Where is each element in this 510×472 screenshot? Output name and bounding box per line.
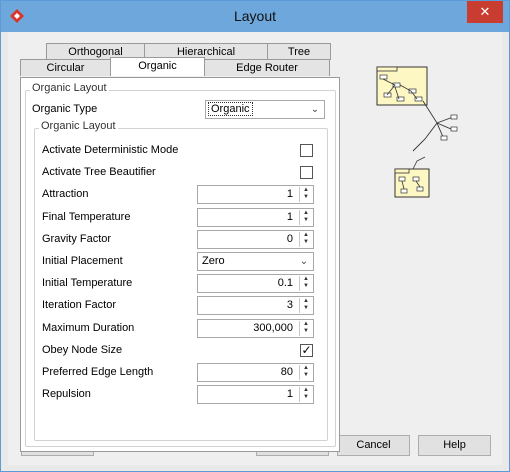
maximum-duration-spinner[interactable]: 300,000 ▲ ▼ <box>197 319 314 338</box>
final-temperature-spinner[interactable]: 1 ▲ ▼ <box>197 208 314 227</box>
attraction-value: 1 <box>286 188 293 200</box>
initial-temperature-label: Initial Temperature <box>42 277 133 289</box>
window-title: Layout <box>233 8 277 24</box>
maximum-duration-value: 300,000 <box>253 322 293 334</box>
gravity-factor-spinner[interactable]: 0 ▲ ▼ <box>197 230 314 249</box>
preferred-edge-length-spinner[interactable]: 80 ▲ ▼ <box>197 363 314 382</box>
gravity-factor-label: Gravity Factor <box>42 233 112 245</box>
initial-temperature-spinner[interactable]: 0.1 ▲ ▼ <box>197 274 314 293</box>
spinner-buttons: ▲ ▼ <box>299 298 312 313</box>
decrement-arrow-icon[interactable]: ▼ <box>300 394 312 401</box>
decrement-arrow-icon[interactable]: ▼ <box>300 328 312 335</box>
organic-type-select[interactable]: Organic ⌄ <box>205 100 325 119</box>
dialog-body: Orthogonal Hierarchical Tree Circular Or… <box>8 32 502 465</box>
initial-placement-value: Zero <box>202 255 225 267</box>
tab-circular[interactable]: Circular <box>20 59 111 76</box>
preferred-edge-length-value: 80 <box>280 366 293 378</box>
increment-arrow-icon[interactable]: ▲ <box>300 210 312 217</box>
increment-arrow-icon[interactable]: ▲ <box>300 321 312 328</box>
increment-arrow-icon[interactable]: ▲ <box>300 298 312 305</box>
organic-type-label: Organic Type <box>32 103 98 115</box>
initial-placement-label: Initial Placement <box>42 255 123 267</box>
initial-temperature-value: 0.1 <box>277 277 293 289</box>
title-bar[interactable]: Layout ✕ <box>1 1 509 32</box>
increment-arrow-icon[interactable]: ▲ <box>300 187 312 194</box>
checkmark-icon: ✓ <box>301 343 312 357</box>
tab-organic[interactable]: Organic <box>110 57 205 76</box>
initial-placement-select[interactable]: Zero ⌄ <box>197 252 314 271</box>
decrement-arrow-icon[interactable]: ▼ <box>300 239 312 246</box>
increment-arrow-icon[interactable]: ▲ <box>300 365 312 372</box>
increment-arrow-icon[interactable]: ▲ <box>300 276 312 283</box>
organic-type-value: Organic <box>208 102 253 116</box>
final-temperature-label: Final Temperature <box>42 211 131 223</box>
spinner-buttons: ▲ ▼ <box>299 321 312 336</box>
iteration-factor-label: Iteration Factor <box>42 299 116 311</box>
inner-organic-legend: Organic Layout <box>39 120 118 132</box>
obey-node-size-label: Obey Node Size <box>42 344 123 356</box>
organic-tab-panel: Organic Layout Organic Type Organic ⌄ Or… <box>20 77 340 452</box>
iteration-factor-spinner[interactable]: 3 ▲ ▼ <box>197 296 314 315</box>
decrement-arrow-icon[interactable]: ▼ <box>300 217 312 224</box>
close-button[interactable]: ✕ <box>467 1 503 23</box>
repulsion-label: Repulsion <box>42 388 91 400</box>
attraction-label: Attraction <box>42 188 89 200</box>
tab-edge-router[interactable]: Edge Router <box>204 59 330 76</box>
chevron-down-icon: ⌄ <box>299 256 309 267</box>
layout-preview-image <box>376 66 458 198</box>
increment-arrow-icon[interactable]: ▲ <box>300 232 312 239</box>
activate-tree-beautifier-checkbox[interactable] <box>300 166 313 179</box>
spinner-buttons: ▲ ▼ <box>299 365 312 380</box>
spinner-buttons: ▲ ▼ <box>299 187 312 202</box>
iteration-factor-value: 3 <box>286 299 293 311</box>
gravity-factor-value: 0 <box>286 233 293 245</box>
spinner-buttons: ▲ ▼ <box>299 276 312 291</box>
activate-deterministic-mode-label: Activate Deterministic Mode <box>42 144 179 156</box>
maximum-duration-label: Maximum Duration <box>42 322 135 334</box>
organic-layout-legend: Organic Layout <box>30 82 109 94</box>
activate-tree-beautifier-label: Activate Tree Beautifier <box>42 166 156 178</box>
repulsion-spinner[interactable]: 1 ▲ ▼ <box>197 385 314 404</box>
increment-arrow-icon[interactable]: ▲ <box>300 387 312 394</box>
layout-dialog: Layout ✕ Orthogonal Hierarchical Tree Ci… <box>0 0 510 472</box>
tab-tree[interactable]: Tree <box>267 43 331 60</box>
obey-node-size-checkbox[interactable]: ✓ <box>300 344 313 357</box>
decrement-arrow-icon[interactable]: ▼ <box>300 305 312 312</box>
decrement-arrow-icon[interactable]: ▼ <box>300 283 312 290</box>
repulsion-value: 1 <box>286 388 293 400</box>
cancel-button[interactable]: Cancel <box>337 435 410 456</box>
final-temperature-value: 1 <box>286 211 293 223</box>
activate-deterministic-mode-checkbox[interactable] <box>300 144 313 157</box>
spinner-buttons: ▲ ▼ <box>299 387 312 402</box>
attraction-spinner[interactable]: 1 ▲ ▼ <box>197 185 314 204</box>
chevron-down-icon: ⌄ <box>310 104 320 115</box>
preferred-edge-length-label: Preferred Edge Length <box>42 366 154 378</box>
decrement-arrow-icon[interactable]: ▼ <box>300 194 312 201</box>
help-button[interactable]: Help <box>418 435 491 456</box>
spinner-buttons: ▲ ▼ <box>299 232 312 247</box>
spinner-buttons: ▲ ▼ <box>299 210 312 225</box>
decrement-arrow-icon[interactable]: ▼ <box>300 372 312 379</box>
